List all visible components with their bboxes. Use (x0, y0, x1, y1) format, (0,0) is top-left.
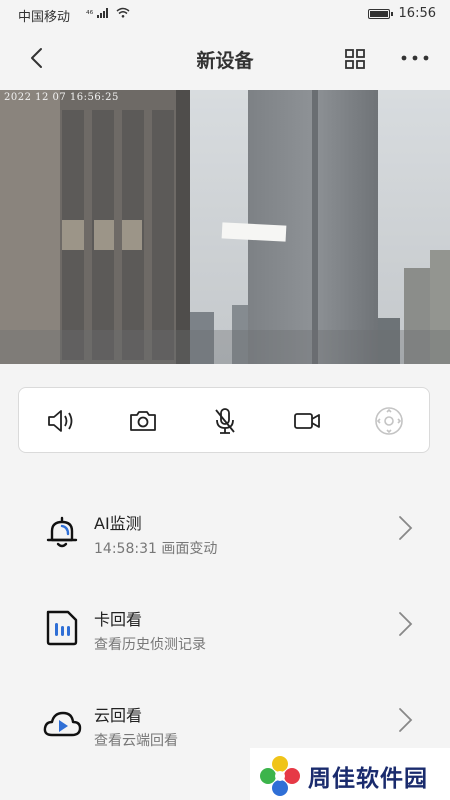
nav-bar: 新设备 (0, 30, 450, 88)
control-toolbar (18, 387, 430, 453)
watermark: 周佳软件园 (250, 748, 450, 800)
signal-indicator: ⁴⁶ (86, 6, 130, 21)
ptz-icon[interactable] (373, 405, 405, 437)
network-type-label: ⁴⁶ (86, 10, 94, 20)
more-icon[interactable] (398, 46, 432, 70)
live-video-feed[interactable]: 2022 12 07 16:56:25 (0, 90, 450, 364)
wifi-icon (116, 7, 129, 18)
menu-item-label: AI监测 (94, 514, 142, 533)
chevron-right-icon (399, 612, 413, 636)
carrier-label: 中国移动 (18, 10, 71, 25)
chevron-right-icon (399, 708, 413, 732)
bell-icon (46, 516, 78, 548)
video-timestamp: 2022 12 07 16:56:25 (4, 92, 119, 103)
video-record-icon[interactable] (291, 405, 323, 437)
mic-off-icon[interactable] (209, 405, 241, 437)
watermark-text: 周佳软件园 (308, 766, 428, 792)
multi-view-icon[interactable] (344, 48, 366, 70)
chevron-right-icon (399, 516, 413, 540)
signal-icon (97, 8, 109, 18)
menu-item-subtitle: 14:58:31 画面变动 (94, 541, 218, 557)
clock: 16:56 (398, 6, 436, 21)
video-frame-image (0, 90, 450, 364)
speaker-icon[interactable] (45, 405, 77, 437)
sd-card-icon (46, 610, 78, 646)
menu-item-ai-monitor[interactable]: AI监测 14:58:31 画面变动 (0, 502, 450, 582)
page-title: 新设备 (196, 50, 254, 72)
status-bar: 中国移动 ⁴⁶ 16:56 (0, 0, 450, 28)
menu-item-label: 云回看 (94, 706, 143, 725)
menu-item-subtitle: 查看云端回看 (94, 733, 178, 749)
menu-item-label: 卡回看 (94, 610, 143, 629)
menu-item-subtitle: 查看历史侦测记录 (94, 637, 206, 653)
menu-item-card-playback[interactable]: 卡回看 查看历史侦测记录 (0, 598, 450, 678)
pinwheel-logo-icon (260, 756, 300, 796)
battery-icon (368, 9, 393, 19)
camera-icon[interactable] (127, 405, 159, 437)
cloud-play-icon (43, 711, 82, 737)
